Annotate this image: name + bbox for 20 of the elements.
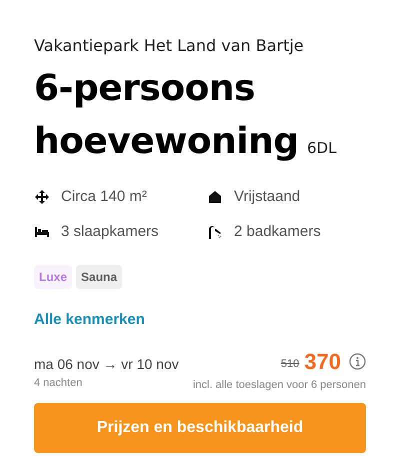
price-note: incl. alle toeslagen voor 6 personen [192,378,366,392]
feature-label: 2 badkamers [234,222,321,242]
prices-availability-button[interactable]: Prijzen en beschikbaarheid [34,403,366,453]
shower-icon [207,224,223,240]
feature-tag: Sauna [76,265,122,289]
move-arrows-icon [34,189,50,206]
accommodation-title: 6-persoons hoevewoning [34,68,299,162]
feature-label: Circa 140 m² [61,187,147,207]
park-name: Vakantiepark Het Land van Bartje [34,35,305,57]
info-icon[interactable] [349,353,366,370]
house-icon [207,189,223,206]
feature-tag: Luxe [34,265,72,289]
nights-count: 4 nachten [34,376,84,390]
accommodation-code: 6DL [306,139,336,157]
feature-label: Vrijstaand [234,187,300,207]
price: 370 [304,348,341,376]
all-features-link[interactable]: Alle kenmerken [34,309,145,332]
feature-label: 3 slaapkamers [61,222,159,242]
stay-dates: ma 06 nov → vr 10 nov [34,354,179,374]
old-price: 510 [280,357,300,372]
